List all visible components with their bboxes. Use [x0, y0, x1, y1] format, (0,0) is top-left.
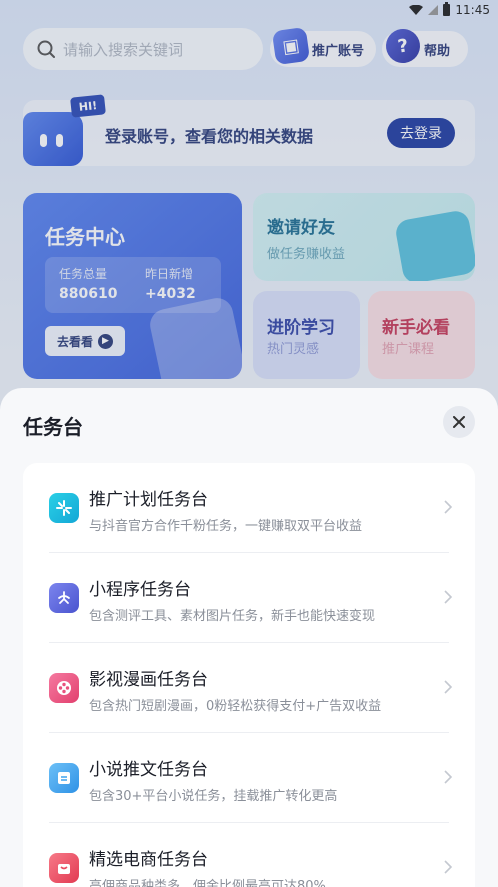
chevron-right-icon: [444, 500, 453, 514]
task-description: 包含测评工具、素材图片任务，新手也能快速变现: [89, 609, 376, 624]
task-name: 影视漫画任务台: [89, 670, 208, 690]
chevron-right-icon: [444, 680, 453, 694]
task-name: 小程序任务台: [89, 580, 191, 600]
task-item-novel-promotion[interactable]: 小说推文任务台 包含30+平台小说任务，挂载推广转化更高: [49, 733, 453, 823]
task-description: 包含30+平台小说任务，挂载推广转化更高: [89, 789, 338, 804]
task-name: 精选电商任务台: [89, 850, 208, 870]
film-reel-icon: [49, 673, 79, 703]
chevron-right-icon: [444, 770, 453, 784]
task-item-ecommerce[interactable]: 精选电商任务台 高佣商品种类多，佣金比例最高可达80%: [49, 823, 453, 887]
chevron-right-icon: [444, 860, 453, 874]
chevron-right-icon: [444, 590, 453, 604]
task-name: 小说推文任务台: [89, 760, 208, 780]
task-item-film-comics[interactable]: 影视漫画任务台 包含热门短剧漫画，0粉轻松获得支付+广告双收益: [49, 643, 453, 733]
task-desk-sheet: 任务台 推广计划任务台 与抖音官方合作千粉任务，一键赚取双平台收益 小程序任务台…: [0, 388, 498, 887]
close-button[interactable]: [443, 406, 475, 438]
task-description: 与抖音官方合作千粉任务，一键赚取双平台收益: [89, 519, 363, 534]
shopping-bag-icon: [49, 853, 79, 883]
task-item-mini-program[interactable]: 小程序任务台 包含测评工具、素材图片任务，新手也能快速变现: [49, 553, 453, 643]
close-icon: [453, 416, 465, 428]
task-name: 推广计划任务台: [89, 490, 208, 510]
book-icon: [49, 763, 79, 793]
sparkle-icon: [49, 493, 79, 523]
task-description: 包含热门短剧漫画，0粉轻松获得支付+广告双收益: [89, 699, 382, 714]
sheet-title: 任务台: [23, 415, 83, 439]
task-item-promotion-plan[interactable]: 推广计划任务台 与抖音官方合作千粉任务，一键赚取双平台收益: [49, 463, 453, 553]
task-description: 高佣商品种类多，佣金比例最高可达80%: [89, 879, 326, 887]
task-desk-list: 推广计划任务台 与抖音官方合作千粉任务，一键赚取双平台收益 小程序任务台 包含测…: [23, 463, 475, 887]
mini-program-icon: [49, 583, 79, 613]
